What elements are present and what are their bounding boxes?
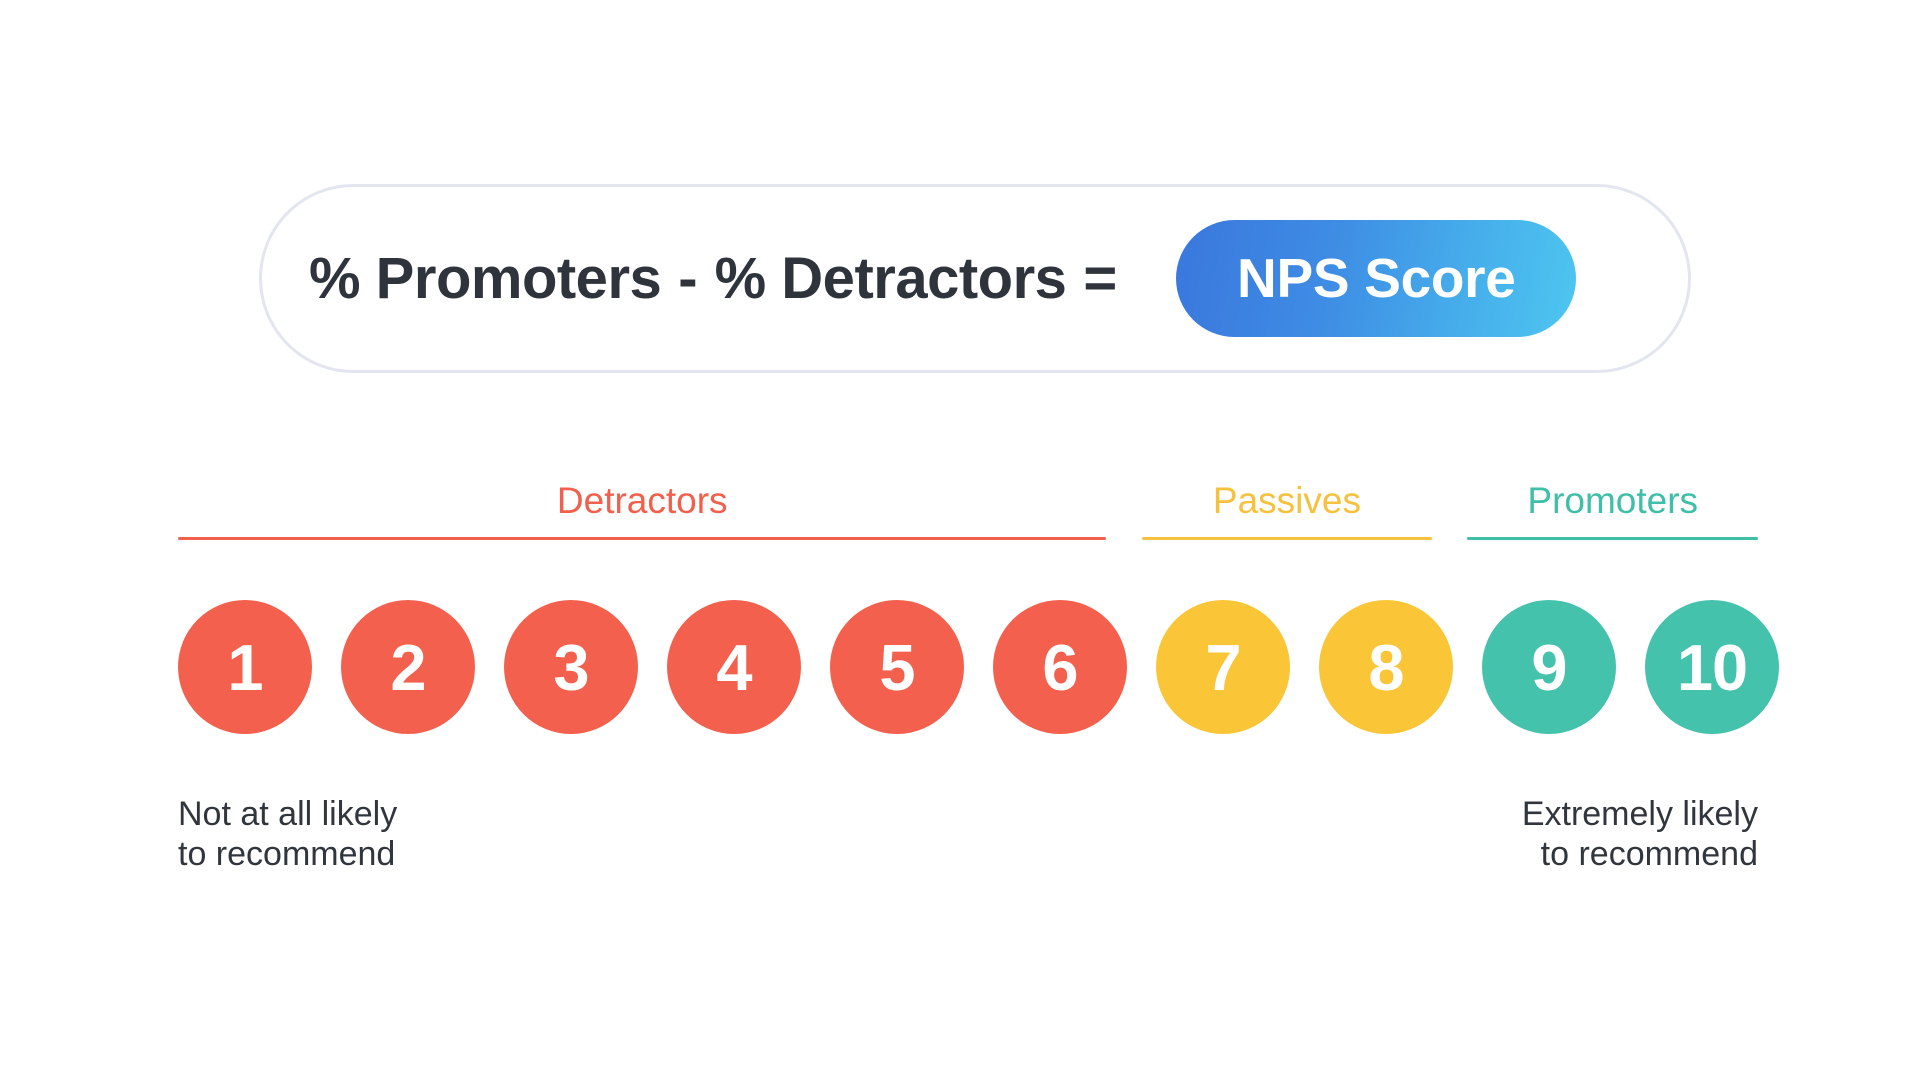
caption-extremely-likely: Extremely likely to recommend (1521, 795, 1758, 873)
segment-promoters: Promoters (1467, 460, 1758, 540)
segment-label-detractors: Detractors (556, 480, 728, 521)
score-circle-2[interactable]: 2 (341, 600, 475, 734)
promoters-term: % Promoters (309, 245, 662, 311)
segment-label-passives: Passives (1212, 480, 1361, 521)
score-circle-label: 5 (879, 630, 915, 704)
segment-passives: Passives (1141, 460, 1433, 540)
score-scale-row: 1 2 3 4 5 6 7 8 9 10 (178, 600, 1779, 734)
minus-operator: - (678, 245, 698, 311)
score-circle-label: 9 (1531, 630, 1567, 704)
caption-not-likely: Not at all likely to recommend (178, 795, 398, 873)
score-circle-label: 2 (390, 630, 426, 704)
score-circle-label: 3 (553, 630, 589, 704)
nps-diagram: % Promoters - % Detractors = NPS Score D… (0, 0, 1920, 1080)
nps-score-badge: NPS Score (1176, 220, 1577, 337)
score-circle-5[interactable]: 5 (830, 600, 964, 734)
score-circle-label: 7 (1205, 630, 1241, 704)
score-circle-9[interactable]: 9 (1482, 600, 1616, 734)
segment-rule-passives (1141, 537, 1433, 540)
score-circle-10[interactable]: 10 (1645, 600, 1779, 734)
segment-detractors: Detractors (178, 460, 1107, 540)
score-circle-1[interactable]: 1 (178, 600, 312, 734)
score-circle-label: 8 (1368, 630, 1404, 704)
segment-rule-detractors (178, 537, 1107, 540)
score-circle-label: 6 (1042, 630, 1078, 704)
segment-header-row: Detractors Passives Promoters (178, 460, 1758, 540)
score-circle-label: 1 (227, 630, 263, 704)
segment-label-promoters: Promoters (1527, 480, 1699, 521)
score-circle-7[interactable]: 7 (1156, 600, 1290, 734)
detractors-term: % Detractors (714, 245, 1067, 311)
segment-spacer (1106, 460, 1141, 540)
equals-operator: = (1083, 245, 1118, 311)
score-circle-label: 10 (1676, 630, 1748, 704)
score-circle-6[interactable]: 6 (993, 600, 1127, 734)
score-circle-8[interactable]: 8 (1319, 600, 1453, 734)
score-circle-4[interactable]: 4 (667, 600, 801, 734)
score-circle-label: 4 (716, 630, 752, 704)
segment-rule-promoters (1467, 537, 1758, 540)
nps-formula-container: % Promoters - % Detractors = NPS Score (259, 184, 1691, 373)
nps-score-label: NPS Score (1237, 247, 1516, 309)
segment-spacer (1432, 460, 1467, 540)
score-circle-3[interactable]: 3 (504, 600, 638, 734)
